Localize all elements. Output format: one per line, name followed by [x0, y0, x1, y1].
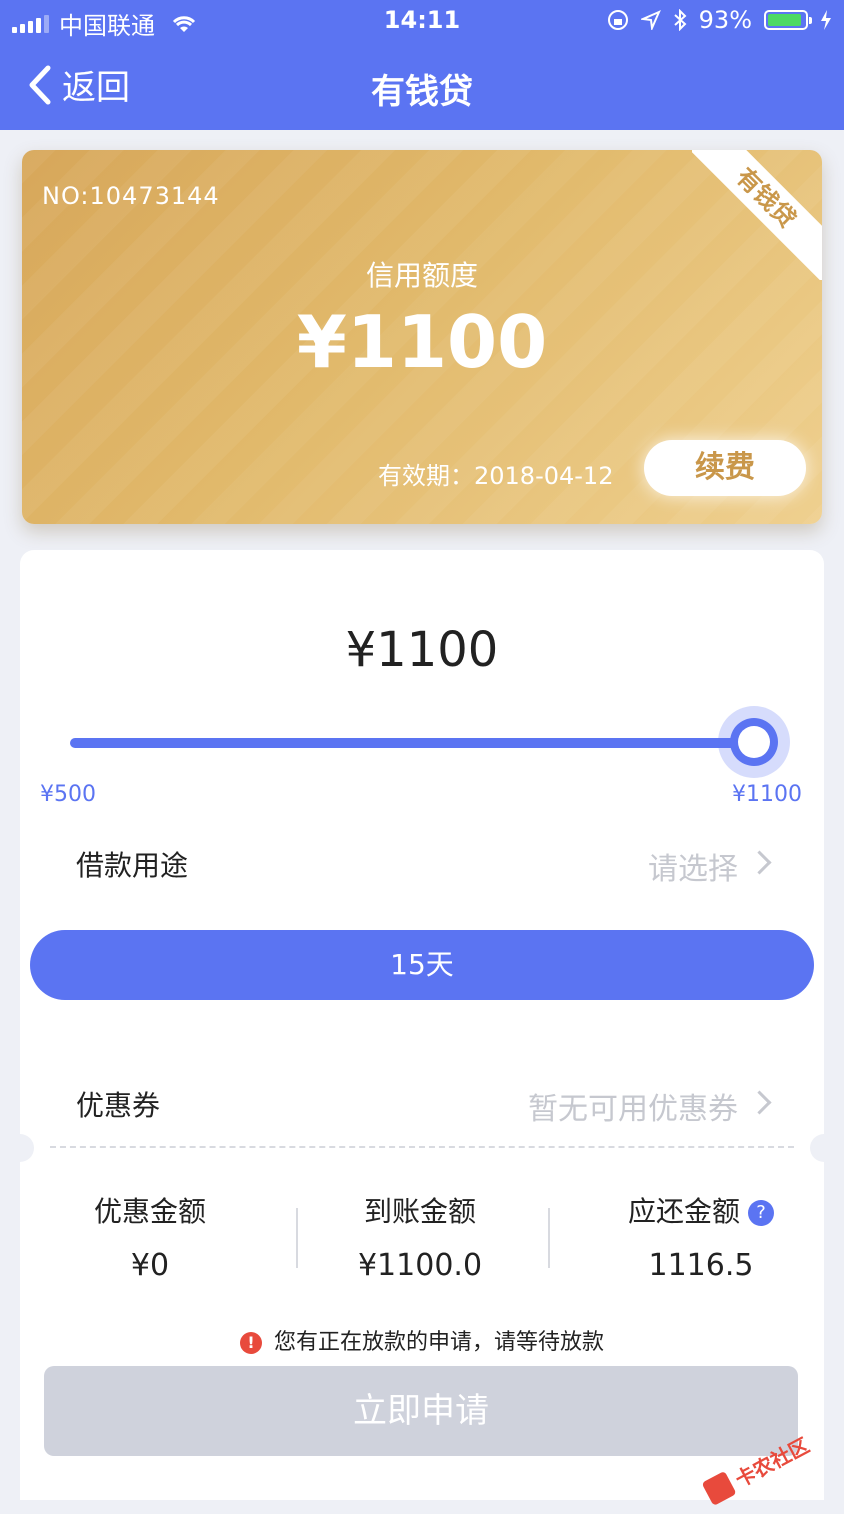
- loan-purpose-value: 请选择: [648, 852, 738, 887]
- loan-purpose-row[interactable]: 借款用途 请选择: [76, 832, 772, 892]
- repay-label: 应还金额: [627, 1195, 740, 1228]
- received-summary: 到账金额 ¥1100.0: [290, 1190, 550, 1283]
- bluetooth-icon: [673, 9, 687, 31]
- repay-summary: 应还金额? 1116.5: [578, 1190, 824, 1283]
- notice-text: 您有正在放款的申请，请等待放款: [273, 1330, 604, 1355]
- coupon-row[interactable]: 优惠券 暂无可用优惠券: [76, 1072, 772, 1132]
- chevron-right-icon: [747, 850, 772, 875]
- card-number: NO:10473144: [42, 182, 220, 210]
- received-value: ¥1100.0: [357, 1248, 483, 1283]
- watermark-logo-icon: [701, 1470, 737, 1506]
- dashed-divider: [50, 1146, 794, 1148]
- coupon-value: 暂无可用优惠券: [528, 1092, 738, 1127]
- repay-value: 1116.5: [648, 1248, 754, 1283]
- discount-value: ¥0: [130, 1248, 170, 1283]
- rotation-lock-icon: [607, 10, 628, 30]
- summary-separator: [548, 1208, 550, 1268]
- validity-date: 有效期：2018-04-12: [378, 462, 614, 490]
- slider-track[interactable]: [70, 738, 754, 748]
- battery-percent: 93%: [698, 6, 752, 34]
- renew-button[interactable]: 续费: [644, 440, 806, 496]
- location-icon: [640, 10, 661, 30]
- charging-icon: [821, 10, 831, 30]
- slider-thumb[interactable]: [718, 706, 790, 778]
- battery-icon: [764, 10, 812, 30]
- status-right: 93%: [607, 6, 832, 34]
- amount-slider[interactable]: [70, 706, 790, 778]
- loan-purpose-label: 借款用途: [76, 849, 189, 882]
- loan-panel: ¥1100 ¥500 ¥1100 借款用途 请选择 15天 优惠券 暂无可用优惠…: [6, 550, 838, 1500]
- ticket-notch-right: [810, 1134, 838, 1162]
- pending-notice: ! 您有正在放款的申请，请等待放款: [20, 1324, 824, 1356]
- status-bar: 中国联通 14:11 93%: [0, 0, 844, 42]
- warning-icon: !: [239, 1332, 262, 1354]
- discount-summary: 优惠金额 ¥0: [20, 1190, 280, 1283]
- amount-summary: 优惠金额 ¥0 到账金额 ¥1100.0 应还金额? 1116.5: [20, 1190, 824, 1300]
- page-title: 有钱贷: [371, 72, 473, 112]
- nav-bar: 返回 有钱贷: [0, 42, 844, 130]
- credit-card: 有钱贷 NO:10473144 信用额度 ¥1100 有效期：2018-04-1…: [22, 150, 822, 524]
- ticket-notch-left: [6, 1134, 34, 1162]
- slider-max-label: ¥1100: [732, 782, 802, 807]
- term-button[interactable]: 15天: [30, 930, 814, 1000]
- coupon-label: 优惠券: [76, 1089, 161, 1122]
- credit-limit-amount: ¥1100: [296, 300, 548, 384]
- help-icon[interactable]: ?: [748, 1200, 774, 1226]
- app-header: 中国联通 14:11 93% 返回 有钱贷: [0, 0, 844, 130]
- slider-min-label: ¥500: [40, 782, 96, 807]
- received-label: 到账金额: [363, 1195, 476, 1228]
- loan-amount: ¥1100: [345, 622, 499, 678]
- credit-limit-label: 信用额度: [365, 259, 478, 292]
- discount-label: 优惠金额: [93, 1195, 206, 1228]
- apply-button[interactable]: 立即申请: [44, 1366, 798, 1456]
- chevron-right-icon: [747, 1090, 772, 1115]
